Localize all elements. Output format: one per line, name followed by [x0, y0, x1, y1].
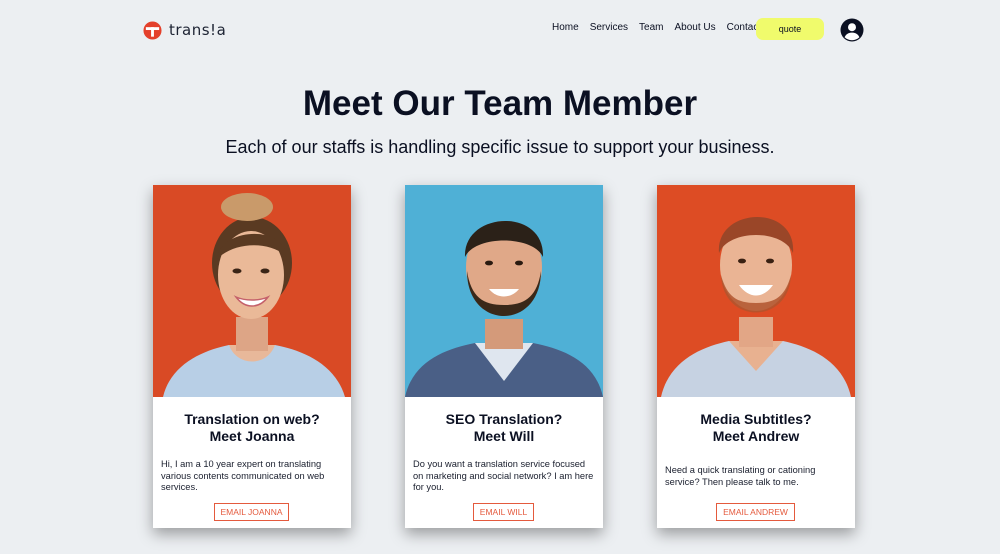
heading-line-name: Meet Will [473, 428, 535, 444]
heading-line-question: Translation on web? [184, 411, 320, 427]
logo-mark-icon [143, 20, 162, 40]
heading-line-question: Media Subtitles? [700, 411, 812, 427]
quote-button[interactable]: quote [756, 18, 824, 40]
user-account-icon [840, 18, 864, 42]
nav-team[interactable]: Team [639, 22, 663, 33]
email-will-button[interactable]: EMAIL WILL [473, 503, 534, 521]
team-photo-joanna [153, 185, 351, 397]
page-title: Meet Our Team Member [302, 84, 698, 123]
brand-name: trans!a [169, 21, 227, 39]
portrait-image [405, 185, 603, 397]
team-card-andrew: Media Subtitles? Meet Andrew Need a quic… [657, 185, 855, 528]
team-card-will: SEO Translation? Meet Will Do you want a… [405, 185, 603, 528]
account-avatar[interactable] [840, 18, 864, 42]
page-subtitle: Each of our staffs is handling specific … [225, 137, 775, 157]
nav-about-us[interactable]: About Us [675, 22, 716, 33]
email-andrew-button[interactable]: EMAIL ANDREW [716, 503, 795, 521]
brand-logo[interactable]: trans!a [143, 20, 226, 40]
heading-line-question: SEO Translation? [445, 411, 563, 427]
email-joanna-button[interactable]: EMAIL JOANNA [214, 503, 289, 521]
team-description-joanna: Hi, I am a 10 year expert on translating… [161, 459, 325, 492]
team-heading-andrew: Media Subtitles? Meet Andrew [657, 411, 855, 445]
team-photo-will [405, 185, 603, 397]
nav-home[interactable]: Home [552, 22, 579, 33]
portrait-image [153, 185, 351, 397]
team-heading-joanna: Translation on web? Meet Joanna [153, 411, 351, 445]
heading-line-name: Meet Joanna [209, 428, 295, 444]
team-description-andrew: Need a quick translating or cationing se… [665, 465, 816, 487]
team-card-joanna: Translation on web? Meet Joanna Hi, I am… [153, 185, 351, 528]
main-nav: Home Services Team About Us Contact [552, 22, 761, 33]
team-heading-will: SEO Translation? Meet Will [405, 411, 603, 445]
team-photo-andrew [657, 185, 855, 397]
nav-services[interactable]: Services [590, 22, 628, 33]
portrait-image [657, 185, 855, 397]
team-description-will: Do you want a translation service focuse… [413, 459, 594, 492]
heading-line-name: Meet Andrew [712, 428, 800, 444]
site-header: trans!a Home Services Team About Us Cont… [0, 0, 1000, 60]
